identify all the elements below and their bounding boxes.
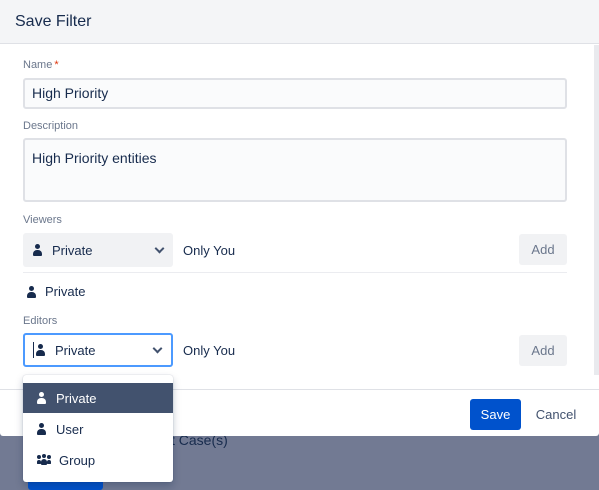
viewers-add-button[interactable]: Add — [519, 234, 567, 265]
name-label: Name * — [23, 59, 59, 71]
menu-item-label: Private — [56, 390, 97, 406]
description-textarea[interactable]: High Priority entities — [23, 138, 567, 202]
description-label: Description — [23, 120, 79, 132]
scrollbar[interactable] — [594, 45, 599, 375]
dialog-body[interactable]: Name * High Priority Description High Pri… — [0, 45, 599, 389]
menu-item-group[interactable]: Group — [23, 445, 173, 475]
menu-item-label: Group — [59, 452, 96, 468]
menu-item-label: User — [56, 421, 84, 437]
chevron-down-icon — [152, 345, 162, 355]
description-value: High Priority entities — [32, 150, 157, 166]
cancel-button[interactable]: Cancel — [531, 399, 581, 430]
chevron-down-icon — [154, 245, 164, 255]
person-icon — [37, 423, 47, 435]
group-icon — [37, 454, 51, 466]
menu-item-user[interactable]: User — [23, 414, 173, 444]
editors-dropdown-menu: Private User Group — [23, 375, 173, 482]
editors-scope-text: Only You — [183, 343, 236, 358]
viewer-entry: Private — [27, 284, 85, 299]
editors-select[interactable]: Private — [23, 333, 173, 367]
viewers-select[interactable]: Private — [23, 233, 173, 267]
dialog-title: Save Filter — [15, 12, 92, 30]
viewers-scope-text: Only You — [183, 243, 236, 258]
required-marker: * — [54, 59, 59, 71]
save-button[interactable]: Save — [470, 399, 521, 430]
editors-label: Editors — [23, 315, 58, 327]
save-filter-dialog: Save Filter Name * High Priority Descript… — [0, 0, 599, 436]
person-icon — [37, 392, 47, 404]
viewers-select-value: Private — [52, 242, 93, 258]
person-icon — [33, 244, 43, 256]
name-label-text: Name — [23, 59, 53, 71]
viewer-entry-label: Private — [45, 284, 86, 299]
divider — [23, 272, 567, 273]
dialog-header: Save Filter — [0, 0, 599, 44]
person-icon — [27, 285, 37, 298]
editors-select-value: Private — [55, 342, 96, 358]
menu-item-private[interactable]: Private — [23, 383, 173, 413]
person-icon — [36, 344, 46, 356]
editors-add-button[interactable]: Add — [519, 335, 567, 366]
text-caret — [33, 342, 34, 358]
viewers-label: Viewers — [23, 214, 62, 226]
name-input-value: High Priority — [32, 85, 109, 101]
name-input[interactable]: High Priority — [23, 78, 567, 109]
